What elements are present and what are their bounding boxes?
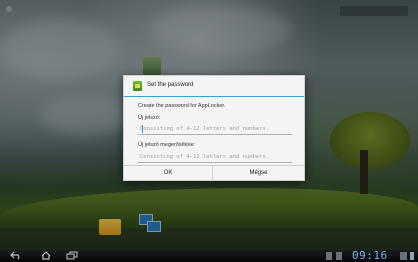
dialog-title: Set the password: [147, 82, 194, 88]
ok-button[interactable]: OK: [124, 166, 213, 181]
dialog-button-bar: OK Mégse: [124, 165, 304, 181]
applocker-icon: [133, 81, 142, 91]
usb-icon: [326, 252, 332, 260]
confirm-password-label: Új jelszó megerősítése:: [138, 142, 196, 148]
dialog-header: Set the password: [124, 76, 304, 97]
back-arrow-icon[interactable]: [8, 251, 24, 261]
home-icon[interactable]: [38, 251, 54, 261]
status-clock[interactable]: 09:16: [352, 250, 388, 262]
text-cursor: [142, 125, 143, 133]
new-password-label: Új jelszó:: [138, 115, 161, 121]
system-navigation-bar: 09:16: [0, 250, 418, 262]
recent-apps-icon[interactable]: [64, 251, 80, 261]
set-password-dialog: Set the password Create the password for…: [123, 75, 305, 181]
new-password-field[interactable]: [138, 124, 292, 135]
battery-icon: [410, 252, 414, 260]
dialog-description: Create the password for AppLocker.: [138, 103, 226, 109]
wifi-icon: [400, 252, 407, 260]
notification-icon: [336, 252, 342, 260]
cancel-button[interactable]: Mégse: [214, 166, 303, 181]
confirm-password-field[interactable]: [138, 152, 292, 163]
